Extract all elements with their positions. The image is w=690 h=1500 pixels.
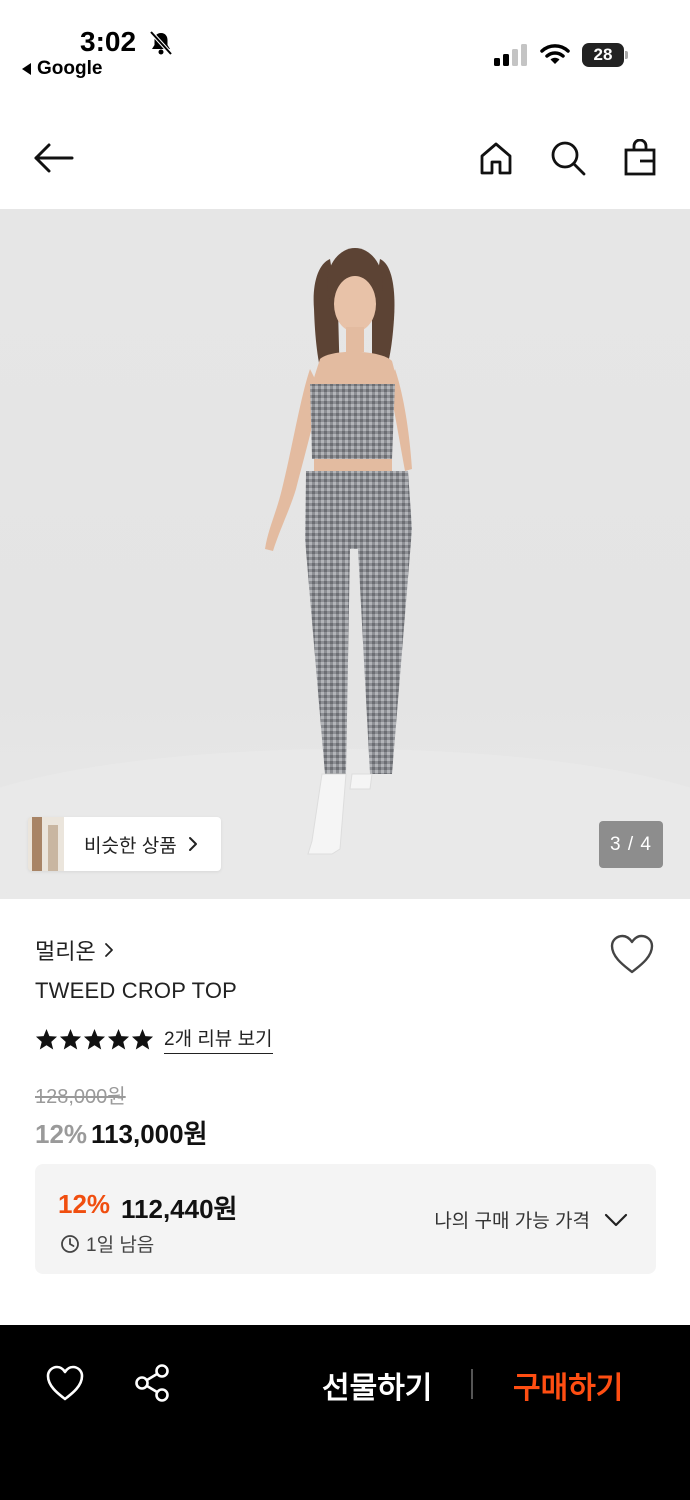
product-image[interactable] [0, 209, 690, 899]
star-icon [83, 1028, 106, 1050]
product-name: TWEED CROP TOP [35, 978, 238, 1003]
back-to-app-link[interactable]: Google [22, 58, 102, 80]
status-bar: 3:02 Google 28 [0, 0, 690, 96]
image-page-indicator: 3 / 4 [599, 821, 663, 868]
coupon-discount-rate: 12% [58, 1189, 111, 1219]
coupon-price: 112,440원 [121, 1194, 238, 1224]
star-icon [59, 1028, 82, 1050]
similar-products-label: 비슷한 상품 [84, 835, 177, 857]
bell-off-icon [149, 30, 173, 56]
similar-product-thumbnail [28, 817, 64, 871]
time-left-label: 1일 남음 [86, 1235, 155, 1256]
home-icon [480, 142, 512, 175]
price-row: 12% 113,000원 [35, 1114, 208, 1151]
brand-link[interactable]: 멀리온 [35, 934, 114, 966]
divider [471, 1369, 473, 1399]
signal-icon [494, 44, 527, 66]
back-triangle-icon [22, 63, 31, 75]
share-icon[interactable] [132, 1363, 174, 1403]
chevron-right-icon [188, 837, 197, 851]
app-header [0, 120, 690, 200]
bottom-action-bar: 선물하기 구매하기 [0, 1325, 690, 1500]
model-photo [0, 248, 690, 899]
star-icon [35, 1028, 58, 1050]
heart-icon[interactable] [44, 1363, 86, 1403]
my-price-toggle[interactable]: 나의 구매 가능 가격 [434, 1206, 628, 1233]
back-button[interactable] [30, 134, 78, 182]
star-icon [107, 1028, 130, 1050]
star-rating [35, 1028, 154, 1050]
chevron-down-icon [604, 1213, 628, 1226]
time-left: 1일 남음 [60, 1230, 154, 1257]
review-link[interactable]: 2개 리뷰 보기 [164, 1024, 273, 1054]
my-price-box[interactable]: 12% 112,440원 1일 남음 나의 구매 가능 가격 [35, 1164, 656, 1274]
battery-level: 28 [582, 43, 624, 67]
home-button[interactable] [472, 134, 520, 182]
shopping-bag-icon [624, 139, 656, 176]
brand-name: 멀리온 [35, 939, 96, 964]
buy-button[interactable]: 구매하기 [513, 1363, 623, 1407]
cart-button[interactable] [616, 134, 664, 182]
similar-products-button[interactable]: 비슷한 상품 [28, 817, 221, 871]
star-icon [131, 1028, 154, 1050]
sale-price: 113,000원 [91, 1119, 208, 1149]
back-app-label: Google [37, 58, 103, 79]
search-button[interactable] [544, 134, 592, 182]
original-price: 128,000원 [35, 1086, 126, 1108]
clock-icon [61, 1234, 79, 1253]
rating-row: 2개 리뷰 보기 [35, 1024, 273, 1054]
search-icon [551, 141, 586, 176]
my-price-label: 나의 구매 가능 가격 [434, 1211, 590, 1232]
back-arrow-icon [34, 143, 74, 173]
gift-button[interactable]: 선물하기 [322, 1363, 432, 1407]
chevron-right-icon [104, 943, 113, 957]
status-time: 3:02 [80, 26, 137, 57]
discount-rate: 12% [35, 1119, 88, 1149]
wifi-icon [540, 44, 570, 64]
wishlist-heart-icon[interactable] [608, 932, 656, 976]
battery-icon: 28 [582, 43, 628, 67]
